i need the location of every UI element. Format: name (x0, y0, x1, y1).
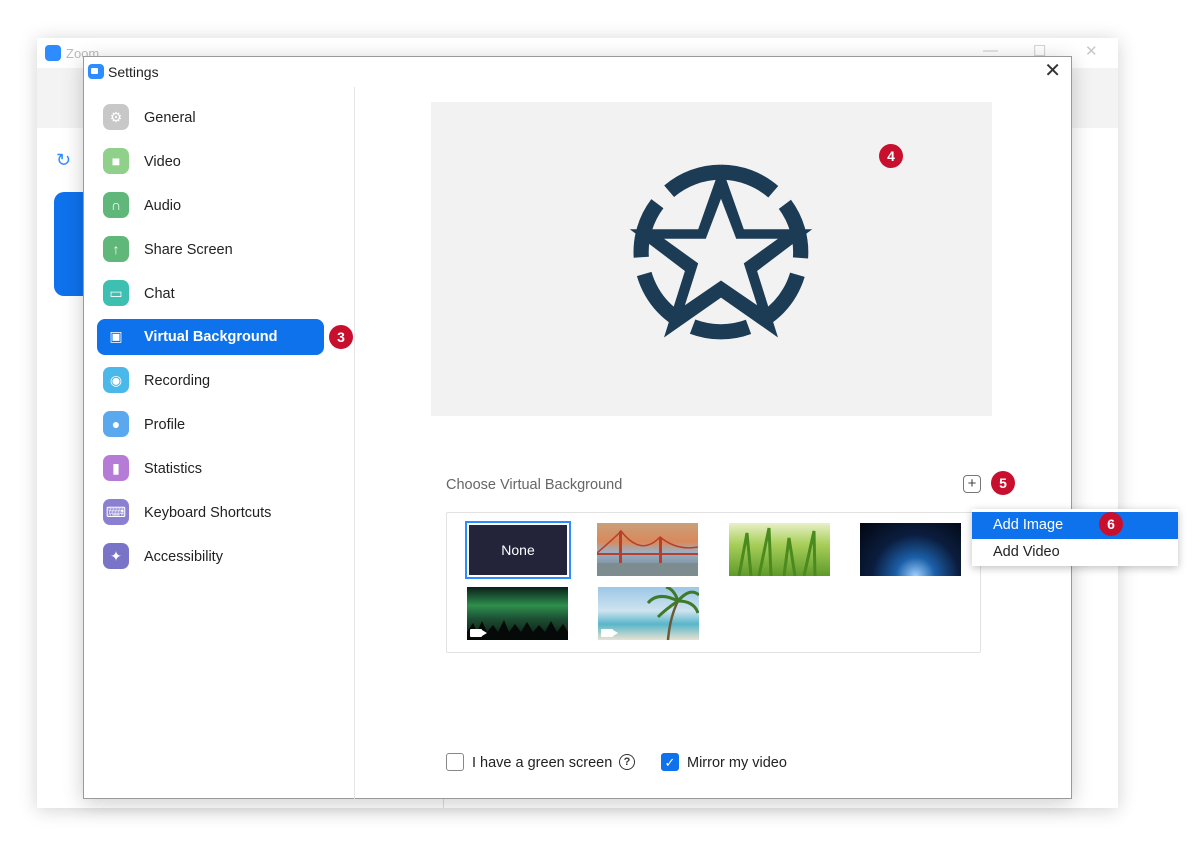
settings-titlebar: Settings ✕ (84, 57, 1071, 87)
sidebar-item-label: Virtual Background (144, 329, 278, 345)
settings-sidebar: ⚙ General ■ Video ∩ Audio ↑ Share Screen… (84, 87, 355, 799)
sidebar-item-label: Audio (144, 198, 182, 214)
settings-dialog: Settings ✕ ⚙ General ■ Video ∩ Audio ↑ S… (83, 56, 1072, 799)
background-none-tile[interactable]: None (465, 521, 571, 579)
green-screen-checkbox[interactable] (446, 753, 464, 771)
sidebar-item-audio[interactable]: ∩ Audio (97, 188, 324, 224)
sidebar-item-label: Keyboard Shortcuts (144, 505, 272, 521)
sidebar-item-chat[interactable]: ▭ Chat (97, 276, 324, 312)
sidebar-item-label: Profile (144, 417, 186, 433)
statistics-icon: ▮ (103, 455, 129, 481)
step-5-annotation: 5 (991, 471, 1015, 495)
recording-icon: ◉ (103, 367, 129, 393)
zoom-logo-icon (45, 45, 61, 61)
sidebar-item-label: Chat (144, 286, 175, 302)
background-grass-tile[interactable] (729, 523, 830, 576)
background-aurora-tile[interactable] (467, 587, 568, 640)
background-gallery: None (446, 512, 981, 653)
sidebar-item-label: Share Screen (144, 242, 233, 258)
sidebar-item-label: Video (144, 154, 181, 170)
accessibility-icon: ✦ (103, 543, 129, 569)
step-3-annotation: 3 (329, 325, 353, 349)
step-6-annotation: 6 (1099, 512, 1123, 536)
sidebar-item-label: Statistics (144, 461, 203, 477)
sidebar-item-label: Accessibility (144, 549, 223, 565)
refresh-icon[interactable]: ↻ (56, 150, 71, 171)
background-preview: 4 (431, 102, 992, 416)
background-golden-gate-tile[interactable] (597, 523, 698, 576)
sidebar-item-video[interactable]: ■ Video (97, 144, 324, 180)
sidebar-item-label: General (144, 110, 196, 126)
close-settings-button[interactable]: ✕ (1044, 60, 1061, 82)
choose-virtual-background-label: Choose Virtual Background (446, 477, 623, 493)
close-main-window-icon[interactable]: ✕ (1085, 42, 1098, 60)
background-earth-tile[interactable] (860, 523, 961, 576)
help-icon[interactable]: ? (619, 754, 635, 770)
menu-item-add-video[interactable]: Add Video (972, 539, 1178, 566)
profile-icon: ● (103, 411, 129, 437)
grass-image (737, 527, 817, 576)
virtual-background-icon: ▣ (109, 328, 123, 344)
background-beach-tile[interactable] (598, 587, 699, 640)
keyboard-icon: ⌨ (103, 499, 129, 525)
background-none-label: None (469, 525, 567, 575)
chat-icon: ▭ (103, 280, 129, 306)
sidebar-item-profile[interactable]: ● Profile (97, 407, 324, 443)
sidebar-item-statistics[interactable]: ▮ Statistics (97, 451, 324, 487)
add-background-button[interactable]: + (963, 475, 981, 493)
step-4-annotation: 4 (879, 144, 903, 168)
sidebar-item-keyboard-shortcuts[interactable]: ⌨ Keyboard Shortcuts (97, 495, 324, 531)
virtual-background-panel: 4 Choose Virtual Background + 5 None I h… (356, 87, 1072, 799)
new-meeting-card[interactable] (54, 192, 84, 296)
mirror-video-checkbox[interactable]: ✓ (661, 753, 679, 771)
share-screen-icon: ↑ (103, 236, 129, 262)
sidebar-item-label: Recording (144, 373, 211, 389)
mirror-video-label: Mirror my video (687, 755, 787, 771)
video-camera-icon: ■ (103, 148, 129, 174)
gear-icon: ⚙ (103, 104, 129, 130)
star-logo-icon (629, 164, 813, 340)
settings-title: Settings (108, 64, 159, 80)
add-background-menu: Add Image Add Video 6 (972, 509, 1178, 566)
sidebar-item-accessibility[interactable]: ✦ Accessibility (97, 539, 324, 575)
sidebar-item-share-screen[interactable]: ↑ Share Screen (97, 232, 324, 268)
sidebar-item-virtual-background[interactable]: ▣ Virtual Background (97, 319, 324, 355)
zoom-logo-icon (88, 64, 104, 79)
headphones-icon: ∩ (103, 192, 129, 218)
golden-gate-image (597, 529, 698, 576)
sidebar-item-recording[interactable]: ◉ Recording (97, 363, 324, 399)
menu-item-add-image[interactable]: Add Image (972, 512, 1178, 539)
sidebar-item-general[interactable]: ⚙ General (97, 100, 324, 136)
divider (443, 798, 444, 808)
video-indicator-icon (601, 629, 618, 637)
green-screen-label: I have a green screen (472, 755, 613, 771)
video-indicator-icon (470, 629, 487, 637)
